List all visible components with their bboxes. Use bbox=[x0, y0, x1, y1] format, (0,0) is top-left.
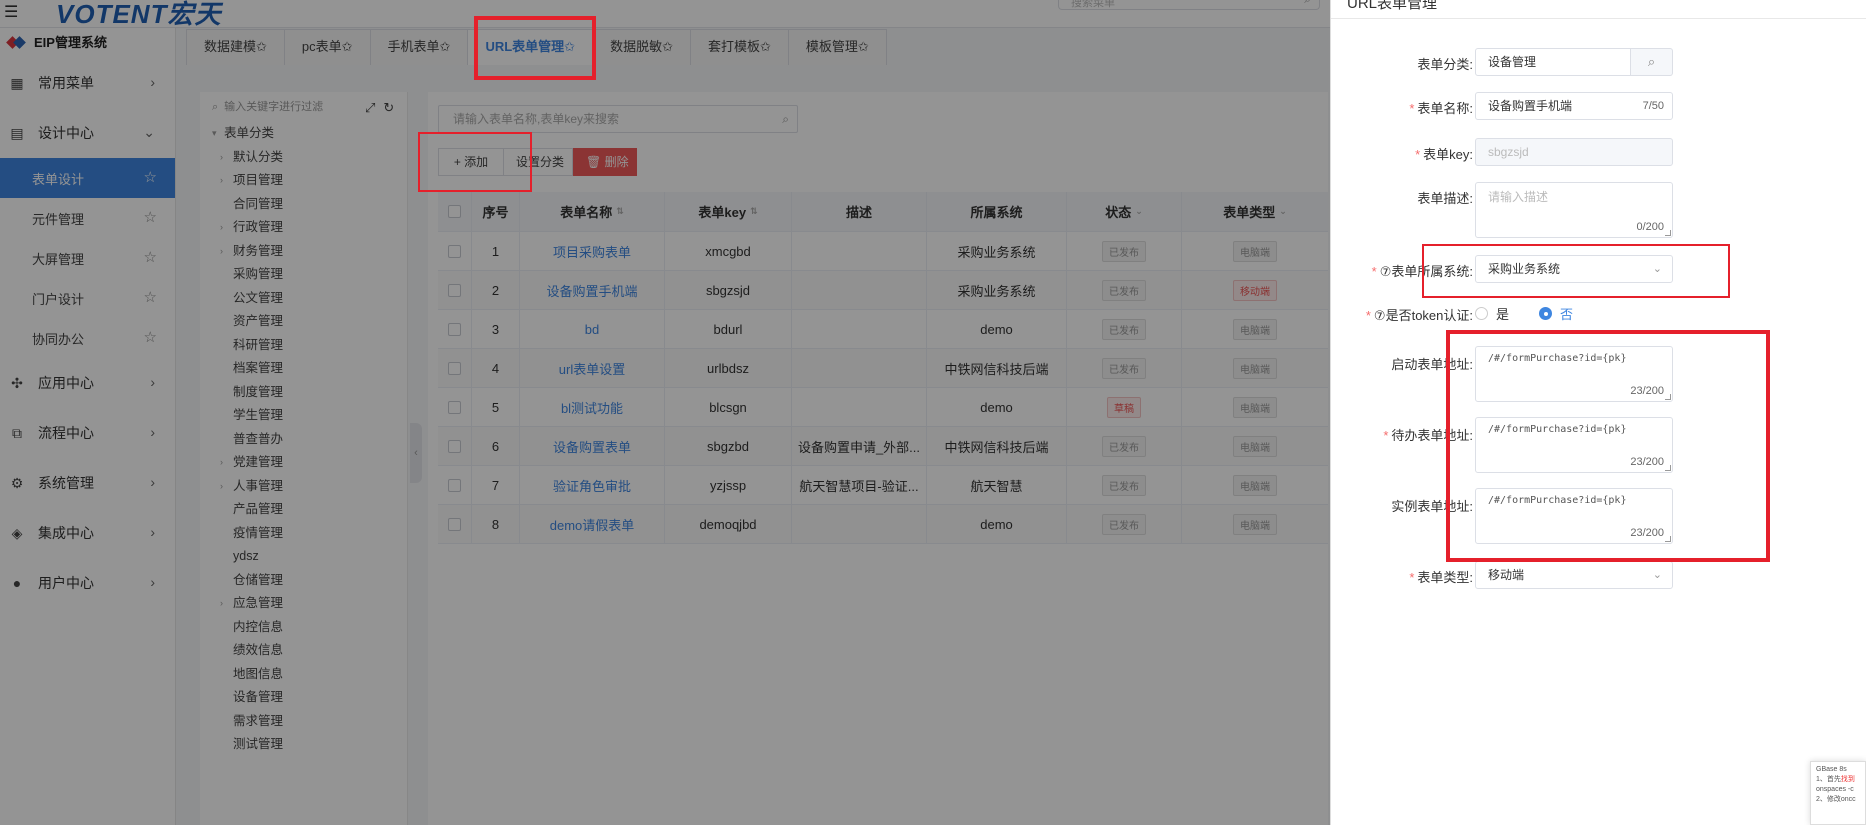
field-label-text: 表单名称: bbox=[1417, 101, 1473, 116]
desc-field-wrap: 请输入描述 0/200 bbox=[1475, 182, 1673, 238]
system-select-value: 采购业务系统 bbox=[1488, 262, 1561, 276]
field-label: * ⑦表单所属系统: bbox=[1372, 261, 1473, 280]
field-label-text: 表单描述: bbox=[1417, 191, 1473, 206]
url-form-drawer: URL表单管理 表单分类: 设备管理 ⌕ * 表单名称: 设备购置手机端 7/50… bbox=[1330, 0, 1866, 825]
drawer-divider bbox=[1331, 18, 1866, 19]
field-label: 启动表单地址: bbox=[1391, 354, 1473, 373]
start-url-value: /#/formPurchase?id={pk} bbox=[1488, 353, 1627, 364]
resize-handle-icon[interactable] bbox=[1665, 536, 1671, 542]
token-no-radio[interactable]: 否 bbox=[1539, 304, 1573, 323]
description-placeholder: 请输入描述 bbox=[1488, 190, 1549, 204]
field-label: 表单分类: bbox=[1417, 54, 1473, 73]
radio-label: 是 bbox=[1496, 307, 1510, 322]
radio-label: 否 bbox=[1560, 307, 1574, 322]
description-textarea[interactable]: 请输入描述 0/200 bbox=[1475, 182, 1673, 238]
field-label: * 待办表单地址: bbox=[1383, 425, 1473, 444]
tooltip-line: onspaces -c bbox=[1816, 786, 1854, 793]
field-label: 表单描述: bbox=[1417, 188, 1473, 207]
required-mark: * bbox=[1365, 308, 1371, 323]
field-label: * 表单key: bbox=[1415, 144, 1473, 163]
start-url-textarea[interactable]: /#/formPurchase?id={pk} 23/200 bbox=[1475, 346, 1673, 402]
instance-url-wrap: /#/formPurchase?id={pk} 23/200 bbox=[1475, 488, 1673, 544]
char-count: 0/200 bbox=[1636, 221, 1664, 233]
required-mark: * bbox=[1409, 101, 1415, 116]
field-label-text: ⑦是否token认证: bbox=[1373, 308, 1473, 323]
category-selector: 设备管理 ⌕ bbox=[1475, 48, 1673, 76]
form-type-wrap: 移动端 ⌄ bbox=[1475, 561, 1673, 589]
form-name-value: 设备购置手机端 bbox=[1488, 99, 1573, 113]
category-input[interactable]: 设备管理 bbox=[1475, 48, 1631, 76]
drawer-title: URL表单管理 bbox=[1347, 0, 1438, 12]
instance-url-textarea[interactable]: /#/formPurchase?id={pk} 23/200 bbox=[1475, 488, 1673, 544]
search-icon[interactable]: ⌕ bbox=[1631, 48, 1673, 76]
char-count: 23/200 bbox=[1630, 527, 1664, 539]
char-count: 23/200 bbox=[1630, 456, 1664, 468]
corner-tooltip: GBase 8s 1、首先找到 onspaces -c 2、修改oncc bbox=[1810, 761, 1866, 825]
token-radio-group: 是否 bbox=[1475, 304, 1603, 323]
required-mark: * bbox=[1371, 264, 1377, 279]
todo-url-value: /#/formPurchase?id={pk} bbox=[1488, 424, 1627, 435]
chevron-down-icon: ⌄ bbox=[1652, 569, 1662, 581]
form-type-select[interactable]: 移动端 ⌄ bbox=[1475, 561, 1673, 589]
start-url-wrap: /#/formPurchase?id={pk} 23/200 bbox=[1475, 346, 1673, 402]
field-label-text: 表单类型: bbox=[1417, 570, 1473, 585]
modal-overlay[interactable] bbox=[0, 0, 1330, 825]
field-label: * 表单类型: bbox=[1409, 567, 1473, 586]
system-select[interactable]: 采购业务系统 ⌄ bbox=[1475, 255, 1673, 283]
token-yes-radio[interactable]: 是 bbox=[1475, 304, 1509, 323]
required-mark: * bbox=[1415, 147, 1421, 162]
field-label-text: 待办表单地址: bbox=[1391, 428, 1473, 443]
tooltip-line-2: 1、首先找到 bbox=[1816, 775, 1860, 785]
tooltip-text: 1、首先 bbox=[1816, 776, 1841, 783]
todo-url-textarea[interactable]: /#/formPurchase?id={pk} 23/200 bbox=[1475, 417, 1673, 473]
form-key-input: sbgzsjd bbox=[1475, 138, 1673, 166]
field-label: * ⑦是否token认证: bbox=[1366, 305, 1473, 324]
field-label: 实例表单地址: bbox=[1391, 496, 1473, 515]
field-label-text: 实例表单地址: bbox=[1391, 499, 1473, 514]
resize-handle-icon[interactable] bbox=[1665, 394, 1671, 400]
tooltip-line: 2、修改oncc bbox=[1816, 796, 1856, 803]
required-mark: * bbox=[1383, 428, 1389, 443]
form-name-input[interactable]: 设备购置手机端 7/50 bbox=[1475, 92, 1673, 120]
form-type-value: 移动端 bbox=[1488, 568, 1525, 582]
radio-dot bbox=[1539, 307, 1553, 320]
tooltip-line: GBase 8s bbox=[1816, 766, 1847, 773]
field-label-text: 表单分类: bbox=[1417, 57, 1473, 72]
field-label-text: 启动表单地址: bbox=[1391, 357, 1473, 372]
char-count: 23/200 bbox=[1630, 385, 1664, 397]
instance-url-value: /#/formPurchase?id={pk} bbox=[1488, 495, 1627, 506]
resize-handle-icon[interactable] bbox=[1665, 230, 1671, 236]
radio-dot bbox=[1475, 307, 1488, 320]
field-label: * 表单名称: bbox=[1409, 98, 1473, 117]
required-mark: * bbox=[1409, 570, 1415, 585]
system-field-wrap: 采购业务系统 ⌄ bbox=[1475, 255, 1673, 283]
name-field-wrap: 设备购置手机端 7/50 bbox=[1475, 92, 1673, 120]
todo-url-wrap: /#/formPurchase?id={pk} 23/200 bbox=[1475, 417, 1673, 473]
chevron-down-icon: ⌄ bbox=[1652, 263, 1662, 275]
char-count: 7/50 bbox=[1642, 100, 1664, 112]
resize-handle-icon[interactable] bbox=[1665, 465, 1671, 471]
field-label-text: 表单key: bbox=[1423, 147, 1473, 162]
field-label-text: ⑦表单所属系统: bbox=[1379, 264, 1473, 279]
tooltip-highlight: 找到 bbox=[1840, 776, 1855, 783]
key-field-wrap: sbgzsjd bbox=[1475, 138, 1673, 166]
